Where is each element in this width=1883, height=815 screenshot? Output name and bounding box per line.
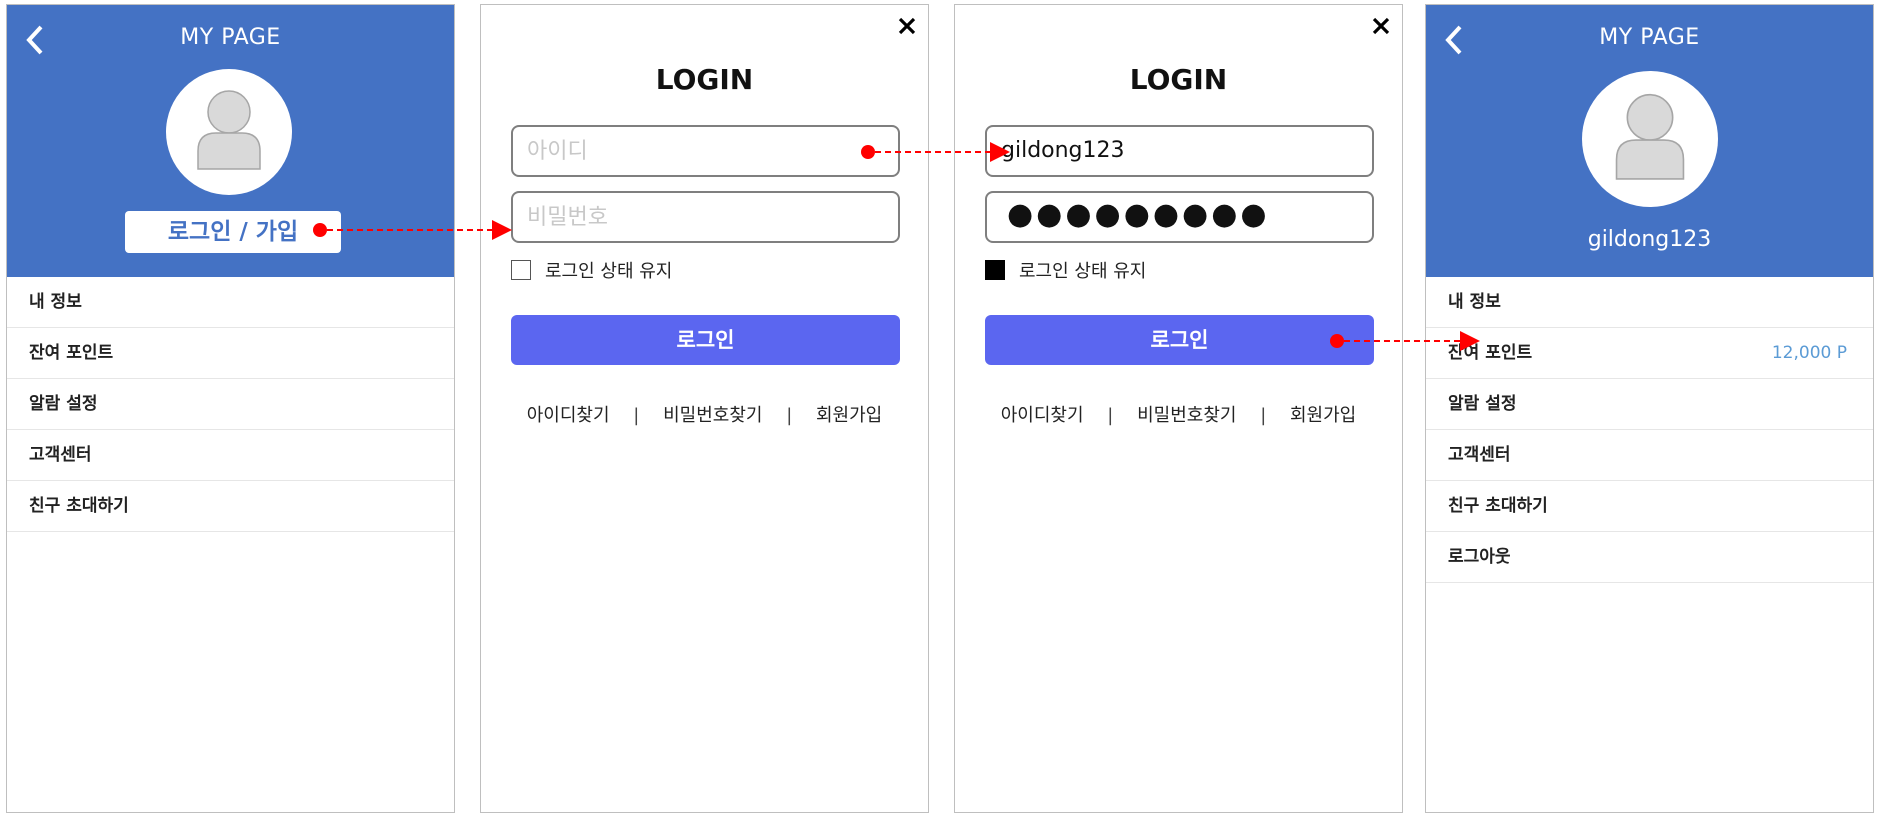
login-signup-button[interactable]: 로그인 / 가입 [125, 211, 341, 253]
menu-item-my-info[interactable]: 내 정보 [7, 277, 454, 328]
avatar [1582, 71, 1718, 207]
menu-item-customer-center[interactable]: 고객센터 [1426, 430, 1873, 481]
remember-label: 로그인 상태 유지 [545, 261, 673, 282]
remember-checkbox[interactable] [511, 260, 531, 280]
avatar [166, 69, 292, 195]
page-title: MY PAGE [180, 25, 281, 50]
mypage-menu: 내 정보 잔여 포인트 알람 설정 고객센터 친구 초대하기 [7, 277, 454, 532]
user-silhouette-icon [1615, 93, 1685, 180]
menu-item-alarm-settings[interactable]: 알람 설정 [1426, 379, 1873, 430]
login-title: LOGIN [655, 63, 754, 96]
menu-item-points[interactable]: 잔여 포인트 [7, 328, 454, 379]
mypage-user-screen: MY PAGE gildong123 내 정보 잔여 포인트 12,000 P … [1425, 4, 1874, 813]
id-input[interactable]: gildong123 [985, 125, 1374, 177]
find-id-link[interactable]: 아이디찾기 [527, 405, 610, 426]
remember-checkbox[interactable] [985, 260, 1005, 280]
menu-item-points-label: 잔여 포인트 [1448, 343, 1533, 363]
user-silhouette-icon [197, 90, 261, 170]
menu-item-invite-friends[interactable]: 친구 초대하기 [7, 481, 454, 532]
menu-item-customer-center[interactable]: 고객센터 [7, 430, 454, 481]
signup-link[interactable]: 회원가입 [1290, 405, 1356, 426]
menu-item-alarm-settings[interactable]: 알람 설정 [7, 379, 454, 430]
login-button[interactable]: 로그인 [511, 315, 900, 365]
username: gildong123 [1587, 227, 1712, 252]
remember-login-toggle[interactable]: 로그인 상태 유지 [511, 257, 672, 283]
login-empty-screen: LOGIN 로그인 상태 유지 로그인 아이디찾기 | 비밀번호찾기 | 회원가… [480, 4, 929, 813]
mypage-header: MY PAGE gildong123 [1426, 5, 1873, 277]
signup-link[interactable]: 회원가입 [816, 405, 882, 426]
menu-item-logout[interactable]: 로그아웃 [1426, 532, 1873, 583]
find-password-link[interactable]: 비밀번호찾기 [1137, 405, 1236, 426]
menu-item-invite-friends[interactable]: 친구 초대하기 [1426, 481, 1873, 532]
find-id-link[interactable]: 아이디찾기 [1001, 405, 1084, 426]
password-input[interactable]: ●●●●●●●●● [985, 191, 1374, 243]
remember-login-toggle[interactable]: 로그인 상태 유지 [985, 257, 1146, 283]
password-input[interactable] [511, 191, 900, 243]
page-title: MY PAGE [1599, 25, 1700, 50]
find-password-link[interactable]: 비밀번호찾기 [663, 405, 762, 426]
mypage-menu: 내 정보 잔여 포인트 12,000 P 알람 설정 고객센터 친구 초대하기 … [1426, 277, 1873, 583]
login-title: LOGIN [1129, 63, 1228, 96]
account-links: 아이디찾기 | 비밀번호찾기 | 회원가입 [955, 401, 1402, 427]
mypage-header: MY PAGE 로그인 / 가입 [7, 5, 454, 277]
login-filled-screen: LOGIN gildong123 ●●●●●●●●● 로그인 상태 유지 로그인… [954, 4, 1403, 813]
points-value: 12,000 P [1771, 343, 1847, 363]
mypage-guest-screen: MY PAGE 로그인 / 가입 내 정보 잔여 포인트 알람 설정 고객센터 … [6, 4, 455, 813]
close-icon[interactable] [1370, 15, 1392, 37]
remember-label: 로그인 상태 유지 [1019, 261, 1147, 282]
link-separator: | [1107, 405, 1114, 426]
link-separator: | [786, 405, 793, 426]
login-button[interactable]: 로그인 [985, 315, 1374, 365]
menu-item-my-info[interactable]: 내 정보 [1426, 277, 1873, 328]
menu-item-points[interactable]: 잔여 포인트 12,000 P [1426, 328, 1873, 379]
link-separator: | [633, 405, 640, 426]
id-input[interactable] [511, 125, 900, 177]
link-separator: | [1260, 405, 1267, 426]
close-icon[interactable] [896, 15, 918, 37]
account-links: 아이디찾기 | 비밀번호찾기 | 회원가입 [481, 401, 928, 427]
